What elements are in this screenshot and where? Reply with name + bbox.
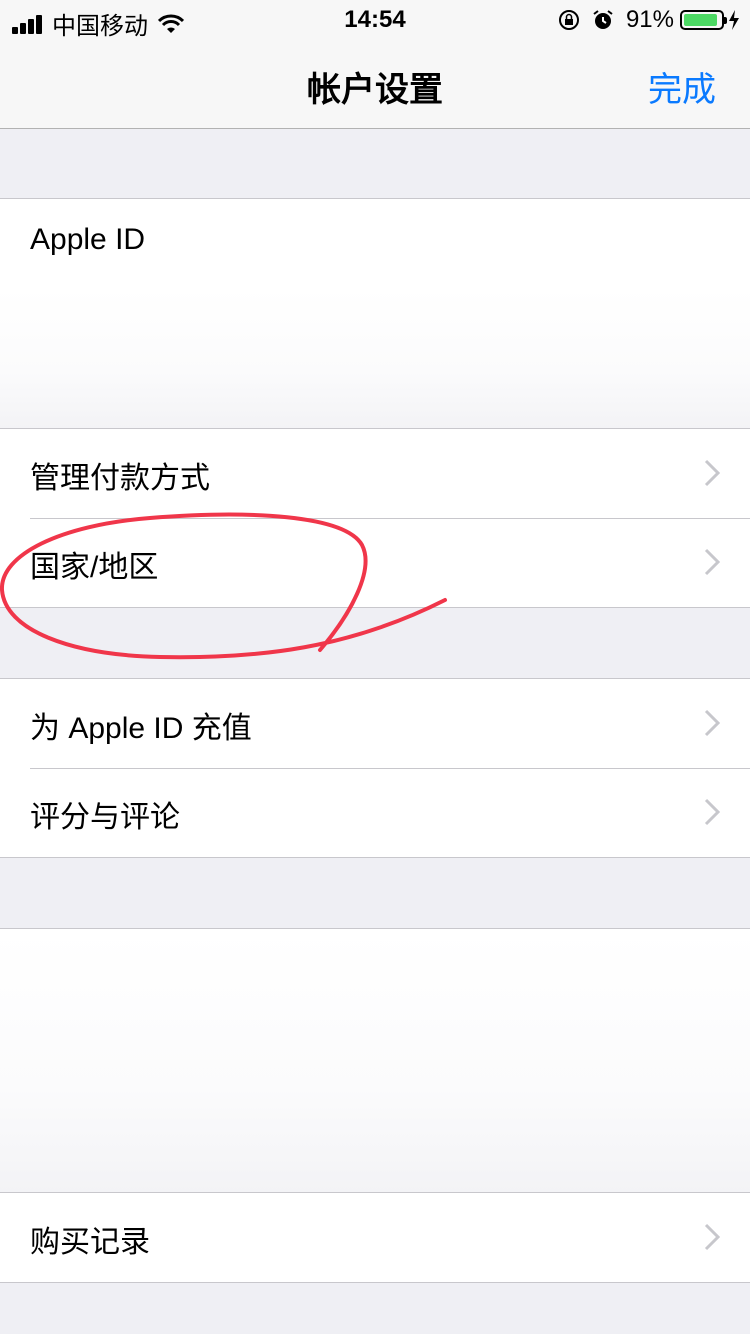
chevron-right-icon: [704, 798, 720, 826]
apple-id-row[interactable]: Apple ID: [0, 199, 750, 288]
topup-row[interactable]: 为 Apple ID 充值: [0, 679, 750, 768]
page-title: 帐户设置: [307, 71, 443, 109]
battery-icon: [680, 10, 727, 30]
topup-group: 为 Apple ID 充值 评分与评论: [0, 678, 750, 858]
purchase-history-label: 购买记录: [30, 1226, 150, 1259]
status-bar: 中国移动 14:54 91%: [0, 0, 750, 40]
apple-id-group: Apple ID: [0, 198, 750, 289]
status-right: 91%: [558, 6, 740, 34]
orientation-lock-icon: [558, 10, 579, 30]
obscured-settings-area: [0, 928, 750, 1193]
payment-group: 管理付款方式 国家/地区: [0, 428, 750, 608]
done-button[interactable]: 完成: [648, 62, 716, 111]
manage-payment-row[interactable]: 管理付款方式: [0, 429, 750, 518]
ratings-reviews-label: 评分与评论: [30, 801, 180, 834]
nav-bar: 帐户设置 完成: [0, 40, 750, 129]
charging-icon: [729, 10, 739, 30]
manage-payment-label: 管理付款方式: [30, 462, 210, 495]
topup-label: 为 Apple ID 充值: [30, 712, 252, 745]
purchase-history-row[interactable]: 购买记录: [0, 1193, 750, 1282]
chevron-right-icon: [704, 709, 720, 737]
country-region-label: 国家/地区: [30, 551, 159, 584]
chevron-right-icon: [704, 1223, 720, 1251]
chevron-right-icon: [704, 548, 720, 576]
obscured-account-area: [0, 288, 750, 428]
battery-percent: 91%: [625, 6, 674, 33]
purchases-group: 购买记录: [0, 1192, 750, 1283]
chevron-right-icon: [704, 459, 720, 487]
alarm-icon: [593, 10, 613, 29]
apple-id-label: Apple ID: [30, 223, 146, 256]
ratings-reviews-row[interactable]: 评分与评论: [0, 768, 750, 857]
country-region-row[interactable]: 国家/地区: [0, 518, 750, 607]
